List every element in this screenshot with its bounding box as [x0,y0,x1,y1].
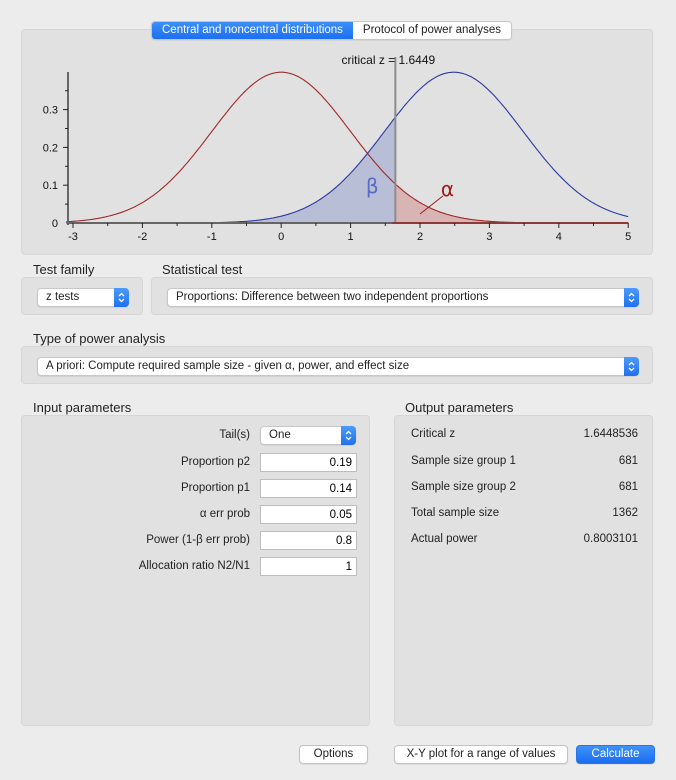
tails-row: Tail(s) One [22,426,369,446]
proportion-p1-row: Proportion p1 [22,479,369,499]
x-tick-label: 3 [486,231,492,243]
view-tabs: Central and noncentral distributions Pro… [151,21,512,40]
input-parameters-title: Input parameters [33,400,132,415]
stepper-icon [114,288,129,307]
output-label: Critical z [411,428,456,440]
x-tick-label: -3 [68,231,78,243]
allocation-ratio-input[interactable] [260,557,357,576]
calculate-button[interactable]: Calculate [576,745,655,764]
tab-distributions[interactable]: Central and noncentral distributions [152,22,353,39]
alpha-label: α [441,177,454,201]
stepper-icon [624,288,639,307]
alpha-err-input[interactable] [260,505,357,524]
output-row: Actual power 0.8003101 [411,533,638,549]
x-tick-label: 0 [278,231,284,243]
output-parameters-panel: Critical z 1.6448536 Sample size group 1… [394,415,653,726]
proportion-p2-input[interactable] [260,453,357,472]
distribution-chart: -3 -2 -1 0 1 2 3 4 5 0 0.1 0.2 0.3 critical z = 1.64… [43,53,632,243]
proportion-p1-input[interactable] [260,479,357,498]
y-tick-label: 0.1 [43,180,58,192]
power-label: Power (1-β err prob) [146,534,250,546]
x-tick-label: 2 [417,231,423,243]
output-value: 1.6448536 [583,428,638,440]
output-value: 1362 [612,507,638,519]
allocation-ratio-row: Allocation ratio N2/N1 [22,557,369,577]
tails-label: Tail(s) [219,429,250,441]
x-tick-label: 1 [348,231,354,243]
test-family-value: z tests [46,291,80,303]
proportion-p2-row: Proportion p2 [22,453,369,473]
x-tick-label: -1 [207,231,217,243]
output-row: Sample size group 2 681 [411,481,638,497]
output-row: Critical z 1.6448536 [411,428,638,444]
beta-label: β [366,174,379,198]
test-family-label: Test family [33,262,95,277]
output-row: Sample size group 1 681 [411,455,638,471]
y-tick-label: 0 [52,218,58,230]
y-tick-label: 0.3 [43,105,58,117]
allocation-ratio-label: Allocation ratio N2/N1 [138,560,250,572]
power-row: Power (1-β err prob) [22,531,369,551]
tails-select[interactable]: One [260,426,356,445]
y-tick-label: 0.2 [43,142,58,154]
xy-plot-button[interactable]: X-Y plot for a range of values [394,745,568,764]
proportion-p2-label: Proportion p2 [180,456,250,468]
stepper-icon [624,357,639,376]
statistical-test-value: Proportions: Difference between two inde… [176,291,489,303]
output-label: Sample size group 1 [411,455,516,467]
tab-protocol[interactable]: Protocol of power analyses [352,22,511,39]
options-button[interactable]: Options [299,745,368,764]
test-family-select[interactable]: z tests [37,288,129,307]
output-value: 0.8003101 [583,533,638,545]
alpha-err-label: α err prob [199,508,250,520]
stepper-icon [341,426,356,445]
output-value: 681 [618,455,638,467]
power-analysis-label: Type of power analysis [33,331,166,346]
x-tick-label: -2 [138,231,148,243]
power-input[interactable] [260,531,357,550]
critical-z-label: critical z = 1.6449 [341,53,435,67]
alpha-err-row: α err prob [22,505,369,525]
tails-value: One [269,429,291,441]
output-value: 681 [618,481,638,493]
x-tick-label: 4 [556,231,562,243]
output-row: Total sample size 1362 [411,507,638,523]
power-analysis-value: A priori: Compute required sample size -… [46,360,410,372]
output-label: Actual power [411,533,478,545]
statistical-test-select[interactable]: Proportions: Difference between two inde… [167,288,639,307]
output-parameters-title: Output parameters [405,400,514,415]
statistical-test-label: Statistical test [162,262,243,277]
x-tick-label: 5 [625,231,631,243]
proportion-p1-label: Proportion p1 [180,482,250,494]
beta-area [66,117,396,223]
output-label: Total sample size [411,507,500,519]
output-label: Sample size group 2 [411,481,516,493]
power-analysis-select[interactable]: A priori: Compute required sample size -… [37,357,639,376]
input-parameters-panel: Tail(s) One Proportion p2 Proportion p1 … [21,415,370,726]
